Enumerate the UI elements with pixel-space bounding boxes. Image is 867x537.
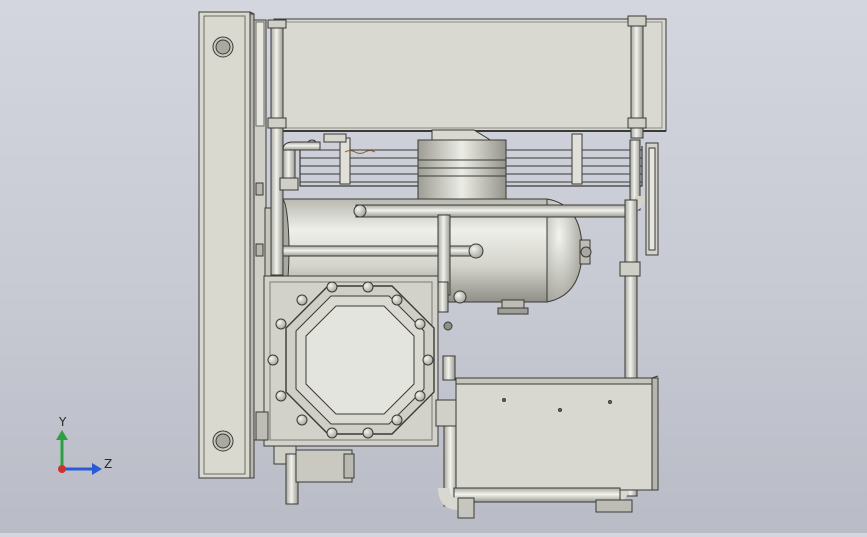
y-axis-arrowhead: [56, 430, 68, 440]
x-axis-dot: [58, 465, 66, 473]
z-axis-label: Z: [104, 457, 112, 471]
axis-triad[interactable]: Y Z: [56, 415, 112, 475]
bottom-return-pipe: [438, 487, 633, 519]
y-axis-label: Y: [58, 415, 67, 429]
left-mounting-plate: [198, 11, 255, 479]
condenser-housing: [273, 18, 667, 132]
refrigeration-unit-model: Y Z: [56, 11, 667, 519]
suction-pipe-top: [355, 204, 627, 218]
oil-reservoir: [455, 375, 659, 491]
cad-model-viewport[interactable]: Y Z: [0, 0, 867, 533]
z-axis-arrowhead: [92, 463, 102, 475]
